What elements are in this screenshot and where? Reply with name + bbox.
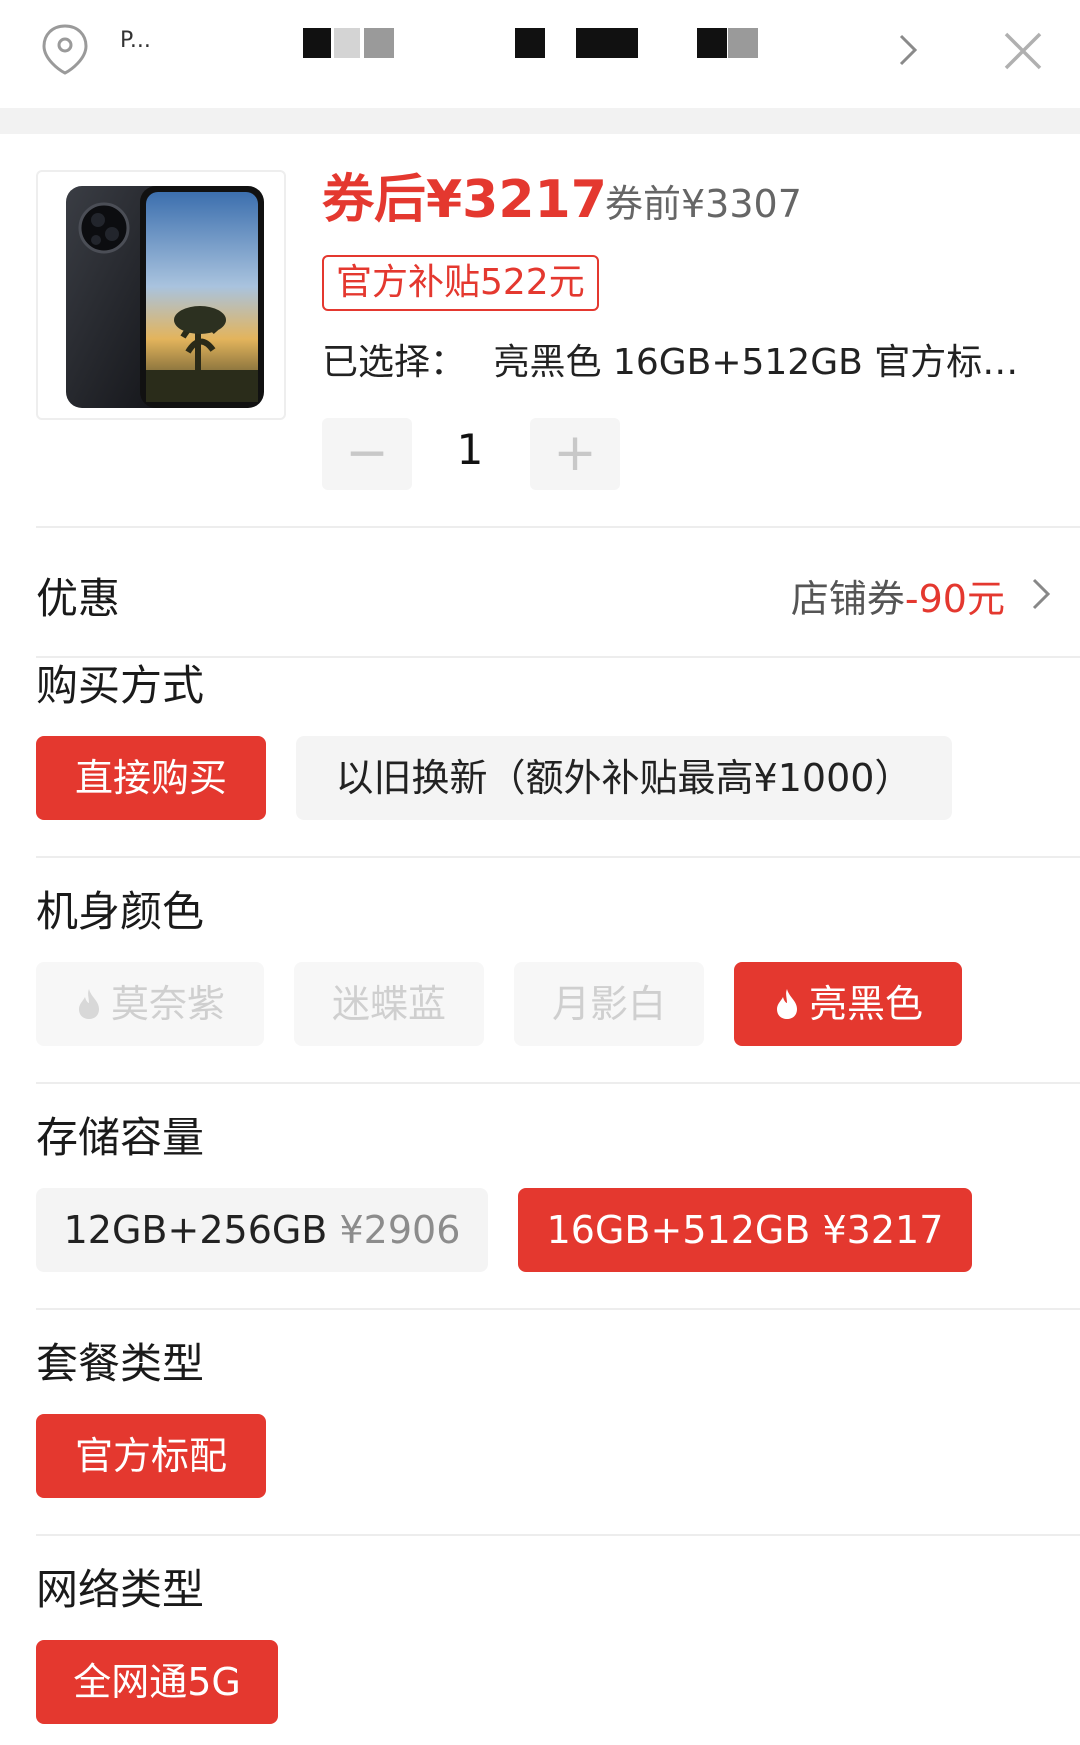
package-title: 套餐类型 (36, 1339, 205, 1388)
color-option-black[interactable]: 亮黑色 (734, 962, 962, 1046)
redaction-block (697, 28, 727, 58)
color-option-white[interactable]: 月影白 (514, 962, 704, 1046)
selected-value: 亮黑色 16GB+512GB 官方标配... (493, 342, 1042, 383)
price-after-coupon: 券后¥3217 (322, 170, 607, 230)
chevron-right-icon[interactable] (1030, 576, 1052, 612)
redaction-block (364, 28, 394, 58)
coupon-label: 店铺券 (790, 577, 905, 621)
address-bar[interactable]: P... (0, 0, 1080, 108)
purchase-method-title: 购买方式 (36, 661, 205, 710)
price-before-coupon: 券前¥3307 (605, 182, 802, 226)
quantity-value[interactable]: 1 (440, 425, 500, 474)
color-label: 莫奈紫 (110, 982, 225, 1026)
network-option-5g[interactable]: 全网通5G (36, 1640, 278, 1724)
promo-title: 优惠 (36, 574, 121, 623)
divider (36, 526, 1080, 528)
purchase-option-trade-in[interactable]: 以旧换新（额外补贴最高¥1000） (296, 736, 952, 820)
storage-title: 存储容量 (36, 1113, 205, 1162)
redaction-block (576, 28, 638, 58)
color-option-purple[interactable]: 莫奈紫 (36, 962, 264, 1046)
storage-label: 16GB+512GB (546, 1208, 811, 1252)
storage-option-256[interactable]: 12GB+256GB ¥2906 (36, 1188, 488, 1272)
divider (36, 856, 1080, 858)
address-fragment: P... (120, 28, 151, 53)
color-label: 亮黑色 (808, 982, 923, 1026)
storage-option-512[interactable]: 16GB+512GB ¥3217 (518, 1188, 972, 1272)
address-text-redacted: P... (120, 28, 860, 68)
phone-image (66, 186, 264, 408)
flame-icon (776, 988, 797, 1019)
coupon-value: -90元 (904, 577, 1005, 621)
chevron-right-icon[interactable] (893, 30, 923, 70)
divider (36, 1308, 1080, 1310)
redaction-block (515, 28, 545, 58)
quantity-increase-button[interactable]: + (530, 418, 620, 490)
storage-label: 12GB+256GB (63, 1208, 328, 1252)
package-option-standard[interactable]: 官方标配 (36, 1414, 266, 1498)
color-option-blue[interactable]: 迷蝶蓝 (294, 962, 484, 1046)
network-title: 网络类型 (36, 1565, 205, 1614)
selected-summary: 已选择： 亮黑色 16GB+512GB 官方标配... (322, 333, 1042, 385)
header-separator (0, 108, 1080, 134)
selected-label: 已选择： (322, 342, 467, 383)
divider (36, 1534, 1080, 1536)
storage-price: ¥3217 (822, 1208, 944, 1252)
subsidy-badge: 官方补贴522元 (322, 255, 599, 311)
quantity-decrease-button[interactable]: − (322, 418, 412, 490)
redaction-block (303, 28, 331, 58)
storage-price: ¥2906 (339, 1208, 461, 1252)
location-pin-icon (42, 24, 88, 75)
redaction-block (334, 28, 360, 58)
flame-icon (78, 988, 99, 1019)
purchase-option-direct[interactable]: 直接购买 (36, 736, 266, 820)
divider (36, 1082, 1080, 1084)
close-icon[interactable] (1000, 28, 1046, 74)
redaction-block (728, 28, 758, 58)
product-thumbnail[interactable] (36, 170, 286, 420)
color-title: 机身颜色 (36, 887, 205, 936)
store-coupon-link[interactable]: 店铺券-90元 (791, 568, 1005, 623)
